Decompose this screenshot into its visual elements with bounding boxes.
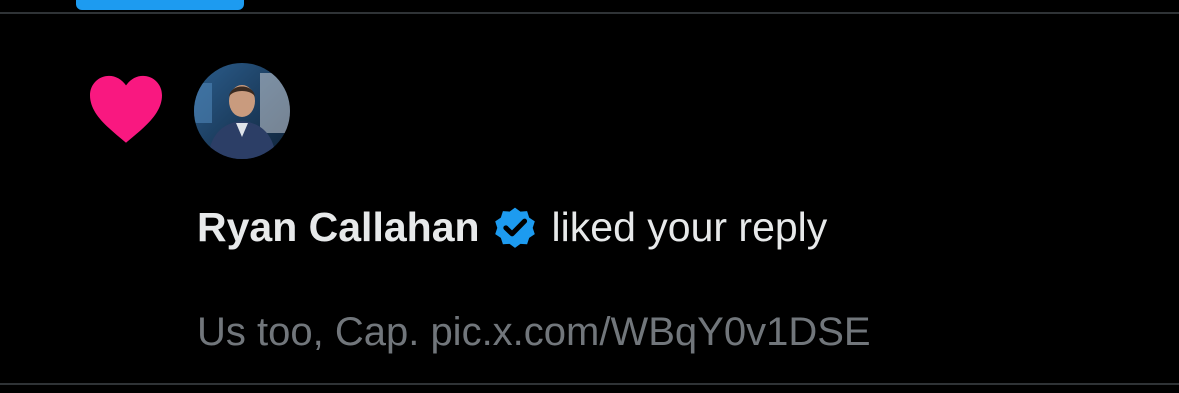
user-avatar[interactable] [194, 63, 290, 159]
heart-icon [90, 75, 162, 143]
active-tab-indicator [76, 0, 244, 10]
user-name[interactable]: Ryan Callahan [197, 202, 480, 252]
action-text: liked your reply [551, 204, 828, 250]
notification-headline: Ryan Callahan liked your reply [197, 202, 827, 252]
like-notification[interactable]: Ryan Callahan liked your reply Us too, C… [0, 14, 1179, 383]
reply-snippet[interactable]: Us too, Cap. pic.x.com/WBqY0v1DSE [197, 308, 871, 356]
verified-badge-icon [494, 207, 535, 248]
avatar-image [194, 63, 290, 159]
bottom-divider [0, 383, 1179, 385]
